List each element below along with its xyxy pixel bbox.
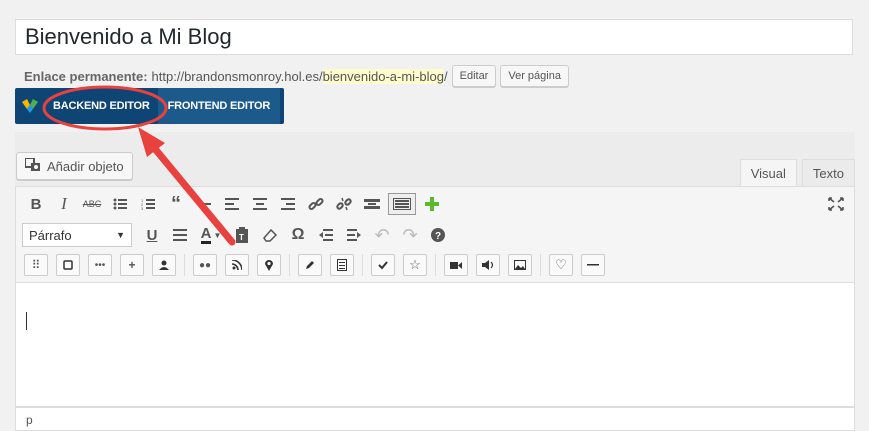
toolbar-toggle-icon[interactable] <box>388 193 416 215</box>
toolbar-separator <box>435 254 436 276</box>
composer-logo-icon <box>15 88 45 124</box>
image-icon[interactable] <box>508 254 532 276</box>
format-select-value: Párrafo <box>29 227 72 243</box>
help-icon[interactable]: ? <box>424 222 452 248</box>
text-cursor <box>26 312 27 330</box>
bold-icon[interactable]: B <box>22 191 50 217</box>
italic-icon[interactable]: I <box>50 191 78 217</box>
align-center-icon[interactable] <box>246 191 274 217</box>
flickr-icon[interactable]: ●● <box>193 254 217 276</box>
editor-toolbar: B I ABC 123 “ Párrafo ▼ U A ▼ T Ω ↶ ↷ ? … <box>15 186 855 283</box>
tab-text[interactable]: Texto <box>801 159 855 187</box>
view-page-button[interactable]: Ver página <box>500 65 569 87</box>
toolbar-row-2: Párrafo ▼ U A ▼ T Ω ↶ ↷ ? <box>22 222 452 248</box>
editor-status-bar: p <box>15 407 855 431</box>
horizontal-rule-icon[interactable] <box>581 254 605 276</box>
undo-icon[interactable]: ↶ <box>368 222 396 248</box>
edit-permalink-button[interactable]: Editar <box>451 65 497 87</box>
toolbar-separator <box>184 254 185 276</box>
numbered-list-icon[interactable]: 123 <box>134 191 162 217</box>
dots-icon[interactable]: ••• <box>88 254 112 276</box>
paste-text-icon[interactable]: T <box>228 222 256 248</box>
align-right-icon[interactable] <box>274 191 302 217</box>
add-media-label: Añadir objeto <box>47 158 124 174</box>
frontend-editor-button[interactable]: FRONTEND EDITOR <box>157 88 281 124</box>
svg-text:T: T <box>239 233 244 242</box>
box-icon[interactable] <box>56 254 80 276</box>
chevron-down-icon: ▼ <box>116 230 125 240</box>
text-color-icon[interactable]: A ▼ <box>194 222 228 248</box>
svg-text:3: 3 <box>141 206 144 210</box>
permalink-slug[interactable]: bienvenido-a-mi-blog <box>322 68 444 84</box>
unlink-icon[interactable] <box>330 191 358 217</box>
document-icon[interactable] <box>330 254 354 276</box>
heart-icon[interactable]: ♡ <box>549 254 573 276</box>
svg-text:?: ? <box>435 231 441 242</box>
page-builder-bar: BACKEND EDITOR FRONTEND EDITOR <box>15 88 284 124</box>
grid-icon[interactable]: ⠿ <box>24 254 48 276</box>
bullet-list-icon[interactable] <box>106 191 134 217</box>
pencil-icon[interactable] <box>298 254 322 276</box>
video-icon[interactable] <box>444 254 468 276</box>
read-more-icon[interactable] <box>358 191 386 217</box>
rss-icon[interactable] <box>225 254 249 276</box>
insert-link-icon[interactable] <box>302 191 330 217</box>
redo-icon[interactable]: ↷ <box>396 222 424 248</box>
strikethrough-icon[interactable]: ABC <box>78 191 106 217</box>
checkmark-icon[interactable] <box>371 254 395 276</box>
format-select[interactable]: Párrafo ▼ <box>22 223 132 247</box>
post-title-input[interactable] <box>15 19 853 55</box>
tab-visual[interactable]: Visual <box>739 159 797 187</box>
add-media-button[interactable]: Añadir objeto <box>16 152 133 180</box>
permalink-label: Enlace permanente: <box>24 68 148 84</box>
toolbar-separator <box>362 254 363 276</box>
permalink-row: Enlace permanente: http://brandonsmonroy… <box>24 64 569 88</box>
outdent-icon[interactable] <box>312 222 340 248</box>
align-left-icon[interactable] <box>218 191 246 217</box>
indent-icon[interactable] <box>340 222 368 248</box>
plus-icon[interactable]: + <box>120 254 144 276</box>
editor-content-area[interactable] <box>15 283 855 407</box>
permalink-base-url: http://brandonsmonroy.hol.es/ <box>151 68 323 84</box>
backend-editor-button[interactable]: BACKEND EDITOR <box>45 88 158 124</box>
special-character-icon[interactable]: Ω <box>284 222 312 248</box>
map-pin-icon[interactable] <box>257 254 281 276</box>
user-icon[interactable] <box>152 254 176 276</box>
blockquote-icon[interactable]: “ <box>162 191 190 217</box>
underline-icon[interactable]: U <box>138 222 166 248</box>
horizontal-line-icon[interactable] <box>190 191 218 217</box>
toolbar-row-1: B I ABC 123 “ <box>22 191 446 217</box>
fullscreen-icon[interactable] <box>828 197 844 215</box>
toolbar-separator <box>289 254 290 276</box>
toolbar-row-3: ⠿ ••• + ●● ☆ ♡ <box>20 254 609 276</box>
toolbar-separator <box>540 254 541 276</box>
media-icon <box>24 156 41 175</box>
permalink-tail: / <box>443 68 448 84</box>
audio-icon[interactable] <box>476 254 500 276</box>
justify-icon[interactable] <box>166 222 194 248</box>
element-path[interactable]: p <box>26 413 33 427</box>
add-plus-icon[interactable] <box>418 191 446 217</box>
star-icon[interactable]: ☆ <box>403 254 427 276</box>
clear-formatting-icon[interactable] <box>256 222 284 248</box>
editor-tabs: Visual Texto <box>735 159 855 187</box>
